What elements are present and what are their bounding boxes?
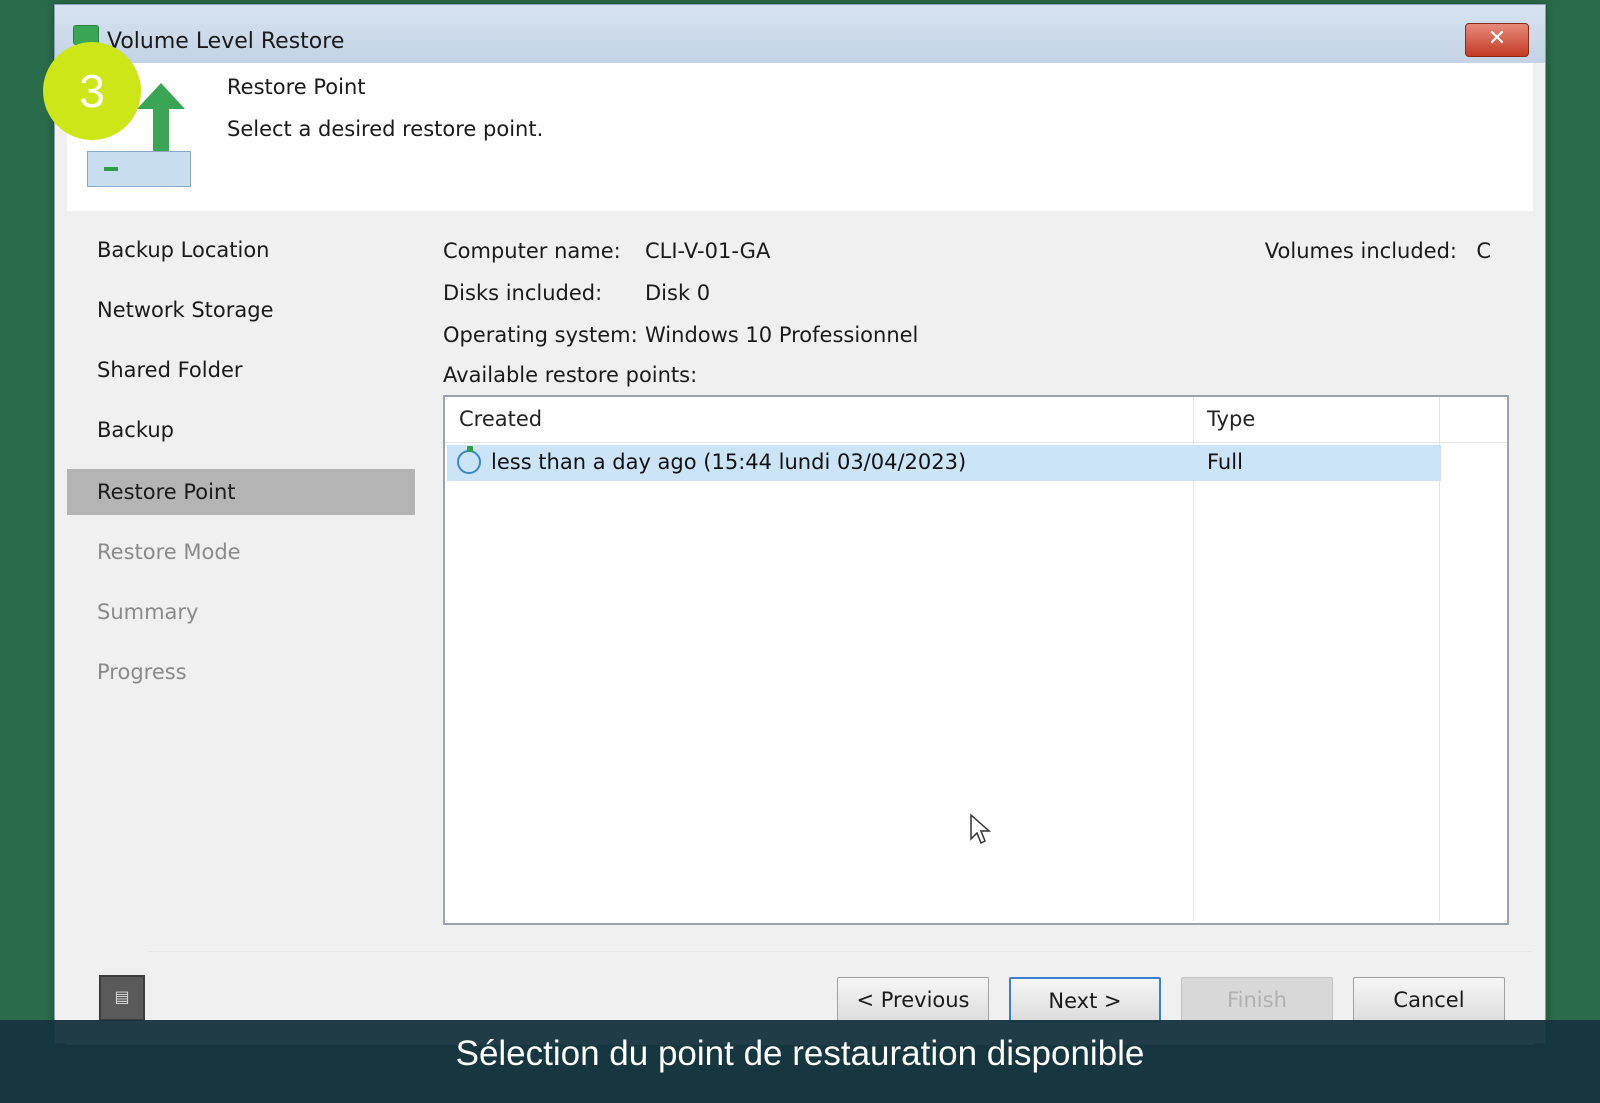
- help-icon[interactable]: ▤: [99, 975, 145, 1021]
- volume-level-restore-window: Volume Level Restore ✕ Restore Point Sel…: [54, 4, 1546, 1045]
- restore-point-panel: Computer name: CLI-V-01-GA Disks include…: [415, 211, 1533, 951]
- sidebar-item-backup[interactable]: Backup: [67, 407, 415, 453]
- restore-points-list[interactable]: Created Type less than a day ago (15:44 …: [443, 395, 1509, 925]
- computer-name-label: Computer name:: [443, 239, 621, 263]
- disks-included-label: Disks included:: [443, 281, 603, 305]
- caption-bar: Sélection du point de restauration dispo…: [0, 1020, 1600, 1103]
- row-type: Full: [1207, 450, 1243, 474]
- sidebar-item-restore-point[interactable]: Restore Point: [67, 469, 415, 515]
- caption-text: Sélection du point de restauration dispo…: [455, 1034, 1145, 1073]
- table-row[interactable]: less than a day ago (15:44 lundi 03/04/2…: [447, 445, 1441, 481]
- step-number-badge: 3: [43, 42, 141, 140]
- row-created: less than a day ago (15:44 lundi 03/04/2…: [491, 450, 967, 474]
- column-header-created[interactable]: Created: [459, 407, 542, 431]
- sidebar-item-backup-location[interactable]: Backup Location: [67, 227, 415, 273]
- footer-separator: [147, 951, 1533, 952]
- close-button[interactable]: ✕: [1465, 23, 1529, 57]
- wizard-header: Restore Point Select a desired restore p…: [67, 63, 1533, 211]
- title-bar: Volume Level Restore ✕: [55, 5, 1545, 63]
- available-restore-points-label: Available restore points:: [443, 363, 698, 387]
- finish-button: Finish: [1181, 977, 1333, 1023]
- mouse-cursor-icon: [970, 813, 991, 845]
- next-button[interactable]: Next >: [1009, 977, 1161, 1023]
- drive-icon: [87, 151, 191, 187]
- sidebar-item-shared-folder[interactable]: Shared Folder: [67, 347, 415, 393]
- step-title: Restore Point: [227, 75, 366, 99]
- disks-included-value: Disk 0: [645, 281, 711, 305]
- operating-system-value: Windows 10 Professionnel: [645, 323, 919, 347]
- cancel-button[interactable]: Cancel: [1353, 977, 1505, 1023]
- sidebar-item-network-storage[interactable]: Network Storage: [67, 287, 415, 333]
- drive-led: [104, 167, 118, 171]
- volumes-included-label: Volumes included:: [1264, 239, 1457, 263]
- list-header: Created Type: [445, 397, 1507, 443]
- wizard-steps-sidebar: Backup Location Network Storage Shared F…: [67, 211, 415, 951]
- sidebar-item-summary: Summary: [97, 600, 199, 624]
- sidebar-item-progress: Progress: [97, 660, 187, 684]
- computer-name-value: CLI-V-01-GA: [645, 239, 771, 263]
- sidebar-item-restore-mode: Restore Mode: [97, 540, 241, 564]
- step-subtitle: Select a desired restore point.: [227, 117, 544, 141]
- restore-arrow-icon: [137, 83, 185, 153]
- window-title: Volume Level Restore: [107, 29, 345, 54]
- volumes-included-value: C: [1476, 239, 1491, 263]
- operating-system-label: Operating system:: [443, 323, 638, 347]
- previous-button[interactable]: < Previous: [837, 977, 989, 1023]
- column-header-type[interactable]: Type: [1207, 407, 1255, 431]
- restore-point-icon: [457, 446, 481, 474]
